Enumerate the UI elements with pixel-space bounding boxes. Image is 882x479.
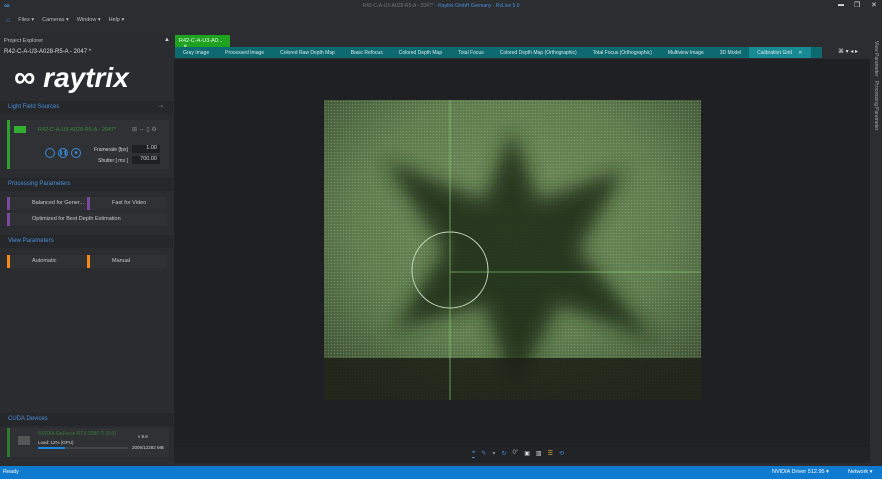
view-tabs: Gray Image Processed Image Colored Raw D… (175, 47, 822, 58)
tab-total-focus-ortho[interactable]: Total Focus (Orthographic) (585, 47, 660, 58)
compute-capability: v 8.6 (138, 434, 148, 439)
cuda-devices-header: CUDA Devices (0, 413, 173, 426)
processing-parameter-dock-tab[interactable]: Processing Parameter (873, 81, 879, 130)
project-explorer-panel: Project Explorer ▲ R42-C-A-U3-A028-R5-A … (0, 35, 173, 466)
pointer-tool-icon[interactable]: ⌖ (472, 450, 476, 458)
tab-multiview[interactable]: Multiview Image (660, 47, 712, 58)
preset-balanced[interactable]: Balanced for Gener... (7, 197, 87, 210)
gpu-load: Load: 12% (38, 440, 60, 445)
driver-dropdown[interactable]: NVIDIA Driver 512.95 ▾ (772, 469, 829, 475)
menu-window[interactable]: Window ▾ (77, 17, 101, 23)
panel-title: Project Explorer (4, 38, 44, 44)
viewer-toolbar: ⌖ ✎ ▾ ↻ 0° ▣ ▥ ☰ ⟲ (174, 447, 870, 463)
tab-calibration-grid[interactable]: Calibration Grid ✕ (749, 47, 811, 58)
pin-icon[interactable]: ▲ (164, 37, 170, 43)
rotation-value[interactable]: 0° (512, 450, 518, 458)
window-title: R42-C-A-U3-A028-R5-A - 2047* - Raytrix G… (362, 3, 520, 9)
home-icon[interactable]: ⌂ (6, 17, 10, 24)
tab-colored-depth[interactable]: Colored Depth Map (391, 47, 450, 58)
status-bar: Ready NVIDIA Driver 512.95 ▾ Network ▾ (0, 466, 882, 479)
light-field-sources-header: Light Field Sources (0, 101, 173, 114)
gpu-name: NVIDIA GeForce RTX 3080 Ti (0:0) (38, 431, 116, 437)
tab-total-focus[interactable]: Total Focus (450, 47, 492, 58)
image-viewer[interactable] (174, 59, 870, 448)
tab-processed-image[interactable]: Processed Image (217, 47, 272, 58)
view-parameter-dock-tab[interactable]: View Parameter (873, 41, 879, 76)
restore-button[interactable]: ❐ (854, 1, 860, 9)
menu-files[interactable]: Files ▾ (18, 17, 34, 23)
export-icon[interactable]: ⇥ (158, 103, 163, 110)
gpu-icon (18, 436, 30, 445)
preset-fast-video[interactable]: Fast for Video (87, 197, 167, 210)
pause-button[interactable]: ❚❚ (58, 148, 68, 158)
gpu-load-bar (38, 447, 128, 449)
image-icon[interactable]: ▣ (524, 450, 530, 458)
minimize-button[interactable]: ▬ (838, 2, 844, 8)
network-dropdown[interactable]: Network ▾ (848, 469, 872, 475)
tab-gray-image[interactable]: Gray Image (175, 47, 217, 58)
right-dock-strip: View Parameter Processing Parameter (870, 35, 882, 466)
view-manual[interactable]: Manual (87, 255, 167, 268)
shutter-label: Shutter [ ms ] (98, 158, 128, 164)
framerate-label: Framerate [fps] (94, 147, 128, 153)
view-parameters-header: View Parameters (0, 235, 173, 248)
colormap-icon[interactable]: ☰ (548, 450, 553, 458)
histogram-icon[interactable]: ▥ (536, 450, 542, 458)
rotate-icon[interactable]: ↻ (501, 450, 506, 458)
camera-tools-icons[interactable]: ⊞ ⇔ ▯ ⚙ (132, 126, 157, 133)
cuda-device-card[interactable]: NVIDIA GeForce RTX 3080 Ti (0:0) Load: 1… (7, 428, 169, 457)
shutter-input[interactable]: 700.00 (132, 156, 160, 164)
project-name: R42-C-A-U3-A028-R5-A - 2047 * (4, 49, 92, 55)
menu-cameras[interactable]: Cameras ▾ (42, 17, 69, 23)
menu-bar: ⌂ Files ▾ Cameras ▾ Window ▾ Help ▾ (0, 12, 882, 28)
tab-colored-depth-ortho[interactable]: Colored Depth Map (Orthographic) (492, 47, 585, 58)
stop-button[interactable]: ■ (71, 148, 81, 158)
preset-best-depth[interactable]: Optimized for Best Depth Estimation (7, 213, 167, 226)
camera-name: R42-C-A-U3-A028-R5-A - 2047* (38, 127, 117, 133)
gpu-memory: 2006/12282 MB (132, 445, 164, 450)
view-automatic[interactable]: Automatic (7, 255, 87, 268)
gpu-clock: (GPU) (60, 440, 74, 445)
framerate-input[interactable]: 1.00 (132, 145, 160, 153)
title-bar: ∞ R42-C-A-U3-A028-R5-A - 2047* - Raytrix… (0, 0, 882, 12)
tab-3d-model[interactable]: 3D Model (712, 47, 749, 58)
tab-overflow-controls[interactable]: ⌘ ▾ ◂ ▸ (838, 48, 858, 55)
menu-help[interactable]: Help ▾ (109, 17, 125, 23)
camera-icon (14, 126, 26, 133)
status-text: Ready (3, 469, 19, 475)
tab-colored-raw-depth[interactable]: Colored Raw Depth Map (272, 47, 343, 58)
document-tab[interactable]: R42-C-A-U3-A0... ✕ (175, 35, 230, 50)
picker-tool-icon[interactable]: ✎ (481, 450, 486, 458)
tab-basic-refocus[interactable]: Basic Refocus (343, 47, 391, 58)
raytrix-logo: ∞ raytrix (14, 61, 129, 94)
camera-card[interactable]: R42-C-A-U3-A028-R5-A - 2047* ⊞ ⇔ ▯ ⚙ ❚❚ … (7, 120, 169, 169)
processing-parameters-header: Processing Parameters (0, 178, 173, 191)
close-button[interactable]: ✕ (871, 1, 877, 9)
refresh-icon[interactable]: ⟲ (559, 450, 564, 458)
snapshot-button[interactable] (45, 148, 55, 158)
calibration-image (324, 100, 701, 400)
